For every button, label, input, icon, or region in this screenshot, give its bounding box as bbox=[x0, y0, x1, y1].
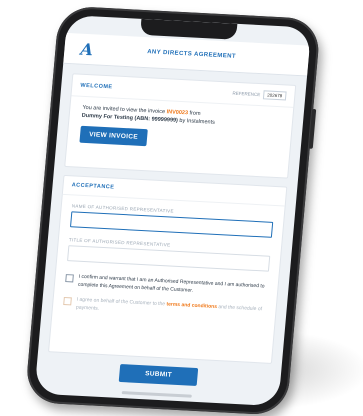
reference-group: REFERENCE 202678 bbox=[232, 89, 287, 101]
agree-text: I agree on behalf of the Customer to the… bbox=[76, 297, 266, 322]
submit-button[interactable]: SUBMIT bbox=[118, 363, 199, 387]
phone-frame: A ANY DIRECTS AGREEMENT WELCOME REFERENC… bbox=[24, 5, 322, 416]
reference-label: REFERENCE bbox=[232, 90, 261, 98]
acceptance-card: ACCEPTANCE NAME OF AUTHORISED REPRESENTA… bbox=[48, 174, 288, 364]
invoice-reference: INV0023 bbox=[166, 109, 189, 117]
app-header: A ANY DIRECTS AGREEMENT bbox=[63, 32, 310, 77]
company-suffix: by Instalments bbox=[177, 117, 216, 126]
welcome-heading: WELCOME bbox=[80, 82, 113, 90]
brand-logo-icon[interactable]: A bbox=[80, 39, 104, 59]
phone-screen: A ANY DIRECTS AGREEMENT WELCOME REFERENC… bbox=[34, 14, 312, 407]
confirm-row: I confirm and warrant that I am an Autho… bbox=[55, 273, 278, 300]
side-button bbox=[308, 108, 317, 149]
reference-value: 202678 bbox=[262, 90, 287, 101]
welcome-card: WELCOME REFERENCE 202678 You are invited… bbox=[64, 73, 297, 179]
acceptance-section-header: ACCEPTANCE bbox=[62, 175, 287, 207]
terms-link[interactable]: terms and conditions bbox=[166, 301, 217, 310]
agree-row: I agree on behalf of the Customer to the… bbox=[53, 295, 276, 322]
page-title: ANY DIRECTS AGREEMENT bbox=[146, 49, 237, 60]
acceptance-heading: ACCEPTANCE bbox=[71, 182, 115, 191]
agree-checkbox[interactable] bbox=[63, 296, 72, 306]
phone-wrapper: A ANY DIRECTS AGREEMENT WELCOME REFERENC… bbox=[0, 0, 363, 416]
product-shot: A ANY DIRECTS AGREEMENT WELCOME REFERENC… bbox=[0, 0, 363, 416]
confirm-text: I confirm and warrant that I am an Autho… bbox=[77, 273, 265, 294]
confirm-checkbox[interactable] bbox=[65, 274, 74, 283]
home-indicator bbox=[121, 391, 192, 398]
welcome-from: from bbox=[187, 110, 201, 117]
view-invoice-button[interactable]: VIEW INVOICE bbox=[79, 125, 148, 147]
